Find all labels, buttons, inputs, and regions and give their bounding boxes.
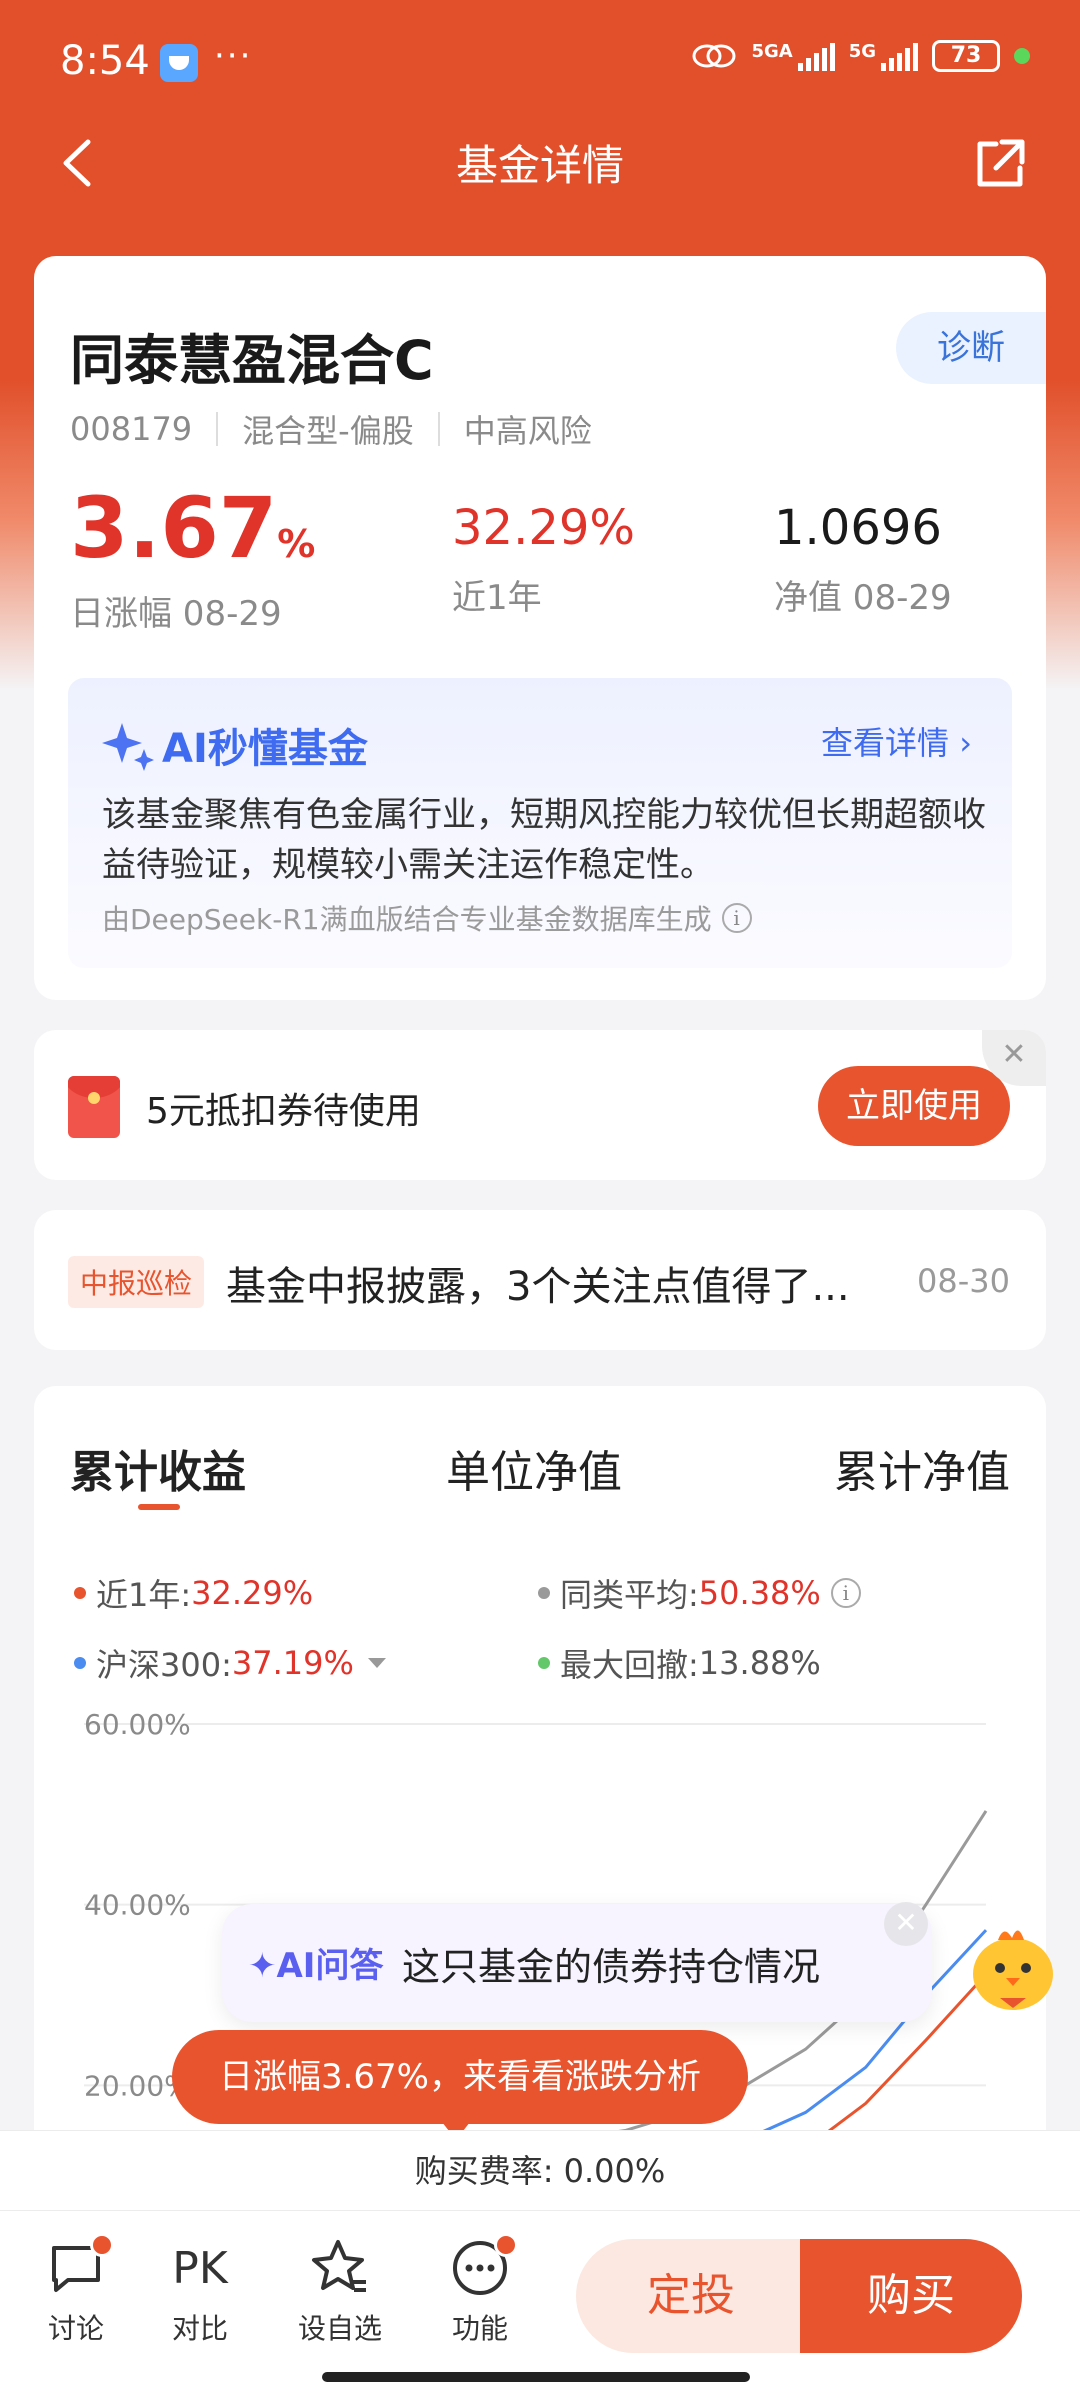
nav-value: 1.0696	[774, 500, 942, 556]
legend-dot	[74, 1657, 86, 1669]
status-indicators: 5GA 5G 73	[691, 40, 1030, 72]
ai-summary-text: 该基金聚焦有色金属行业，短期风控能力较优但长期超额收益待验证，规模较小需关注运作…	[102, 795, 986, 885]
compare-label: 对比	[171, 2312, 228, 2345]
legend-dot	[538, 1587, 550, 1599]
more-notifications-icon: ···	[214, 36, 253, 76]
share-icon[interactable]	[972, 136, 1028, 192]
notification-dot	[90, 2233, 114, 2257]
report-tag: 中报巡检	[68, 1256, 205, 1308]
nav-label: 净值 08-29	[774, 578, 952, 618]
page-title: 基金详情	[455, 141, 624, 190]
privacy-dot-icon	[1014, 48, 1030, 64]
tab-cumulative-nav[interactable]: 累计净值	[834, 1436, 1010, 1500]
signal-5ga-icon: 5GA	[751, 41, 835, 71]
coupon-card: 5元抵扣券待使用 立即使用 ✕	[34, 1030, 1046, 1180]
tab-unit-nav[interactable]: 单位净值	[446, 1436, 622, 1500]
legend-dot	[74, 1587, 86, 1599]
pk-icon: PK	[172, 2242, 228, 2294]
discuss-label: 讨论	[47, 2312, 104, 2345]
home-indicator[interactable]	[322, 2372, 750, 2382]
stat-hs300[interactable]: 沪深300: 37.19%	[74, 1640, 386, 1686]
signal-label-2: 5G	[848, 41, 876, 62]
close-icon[interactable]: ✕	[884, 1902, 928, 1946]
fund-summary-card: 同泰慧盈混合C 诊断 008179 混合型-偏股 中高风险 3.67% 日涨幅 …	[34, 256, 1046, 1000]
chevron-down-icon[interactable]	[367, 1658, 386, 1668]
app-notification-icon	[160, 44, 198, 82]
fund-type: 混合型-偏股	[242, 412, 414, 450]
stat-label: 最大回撤:	[560, 1646, 699, 1684]
stat-value: 37.19%	[231, 1644, 354, 1682]
add-watchlist-button[interactable]: 设自选	[280, 2233, 400, 2347]
status-bar: 8:54 ··· 5GA 5G 73	[0, 0, 1080, 125]
ai-detail-link[interactable]: 查看详情 ›	[821, 718, 972, 764]
y-tick-label: 40.00%	[84, 1889, 191, 1922]
one-year-metric: 32.29% 近1年	[452, 488, 635, 619]
coupon-text: 5元抵扣券待使用	[146, 1091, 421, 1132]
one-year-label: 近1年	[452, 578, 542, 618]
active-tab-indicator	[138, 1504, 180, 1510]
fund-meta: 008179 混合型-偏股 中高风险	[70, 406, 592, 452]
legend-dot	[538, 1657, 550, 1669]
stat-value: 32.29%	[191, 1574, 314, 1612]
ai-source: 由DeepSeek-R1满血版结合专业基金数据库生成 i	[102, 898, 752, 938]
ai-source-text: 由DeepSeek-R1满血版结合专业基金数据库生成	[102, 903, 712, 936]
fund-risk: 中高风险	[463, 412, 592, 450]
fund-name: 同泰慧盈混合C	[70, 329, 434, 392]
tab-cumulative-return[interactable]: 累计收益	[70, 1436, 246, 1500]
nav-metric: 1.0696 净值 08-29	[774, 488, 952, 619]
signal-5g-icon: 5G	[849, 41, 918, 71]
link-icon	[692, 44, 736, 68]
red-envelope-icon	[68, 1076, 120, 1138]
one-year-value: 32.29%	[452, 500, 636, 556]
report-title[interactable]: 基金中报披露，3个关注点值得了...	[226, 1254, 850, 1312]
daily-change-label: 日涨幅 08-29	[70, 594, 282, 634]
stat-label: 近1年:	[96, 1576, 192, 1614]
ai-summary-box[interactable]: AI秒懂基金 查看详情 › 该基金聚焦有色金属行业，短期风控能力较优但长期超额收…	[68, 678, 1012, 968]
ai-question-bubble[interactable]: ✦AI问答 这只基金的债券持仓情况	[222, 1904, 932, 2022]
y-tick-label: 60.00%	[84, 1708, 191, 1741]
analysis-bubble[interactable]: 日涨幅3.67%，来看看涨跌分析	[172, 2030, 748, 2140]
report-card[interactable]: 中报巡检 基金中报披露，3个关注点值得了... 08-30	[34, 1210, 1046, 1350]
ai-question-text: 这只基金的债券持仓情况	[402, 1945, 821, 1989]
diagnose-button[interactable]: 诊断	[896, 312, 1046, 384]
ai-summary-title: AI秒懂基金	[102, 716, 368, 774]
watch-label: 设自选	[297, 2312, 382, 2345]
mascot-chick-icon[interactable]	[960, 1912, 1066, 2018]
daily-change-metric: 3.67% 日涨幅 08-29	[70, 486, 316, 635]
star-icon	[312, 2240, 366, 2292]
info-icon[interactable]: i	[721, 903, 752, 933]
status-time: 8:54	[60, 38, 150, 84]
sparkle-icon	[102, 723, 154, 771]
ai-question-tag: ✦AI问答	[248, 1946, 384, 1986]
fund-code: 008179	[70, 410, 193, 448]
functions-label: 功能	[451, 2312, 508, 2345]
sip-button[interactable]: 定投	[576, 2239, 806, 2353]
buy-button[interactable]: 购买	[800, 2239, 1022, 2353]
notification-dot	[494, 2233, 518, 2257]
use-coupon-button[interactable]: 立即使用	[818, 1066, 1010, 1146]
stat-one-year: 近1年: 32.29%	[74, 1570, 313, 1616]
ai-summary-title-text: AI秒懂基金	[162, 726, 368, 772]
functions-button[interactable]: 功能	[420, 2233, 540, 2347]
daily-change-value: 3.67	[70, 479, 278, 577]
info-icon[interactable]: i	[830, 1578, 861, 1608]
divider	[216, 412, 219, 446]
stat-value: 50.38%	[698, 1574, 821, 1612]
daily-change-unit: %	[277, 522, 316, 566]
compare-button[interactable]: PK 对比	[140, 2233, 260, 2347]
purchase-fee: 购买费率: 0.00%	[0, 2130, 1080, 2210]
stat-label: 沪深300:	[96, 1646, 232, 1684]
stat-peer-average: 同类平均: 50.38% i	[538, 1570, 861, 1616]
stat-value: 13.88%	[698, 1644, 821, 1682]
stat-label: 同类平均:	[560, 1576, 699, 1614]
discuss-button[interactable]: 讨论	[16, 2233, 136, 2347]
signal-label-1: 5GA	[751, 41, 793, 62]
report-date: 08-30	[917, 1262, 1010, 1300]
battery-icon: 73	[932, 40, 1000, 72]
divider	[437, 412, 440, 446]
stat-max-drawdown: 最大回撤: 13.88%	[538, 1640, 821, 1686]
